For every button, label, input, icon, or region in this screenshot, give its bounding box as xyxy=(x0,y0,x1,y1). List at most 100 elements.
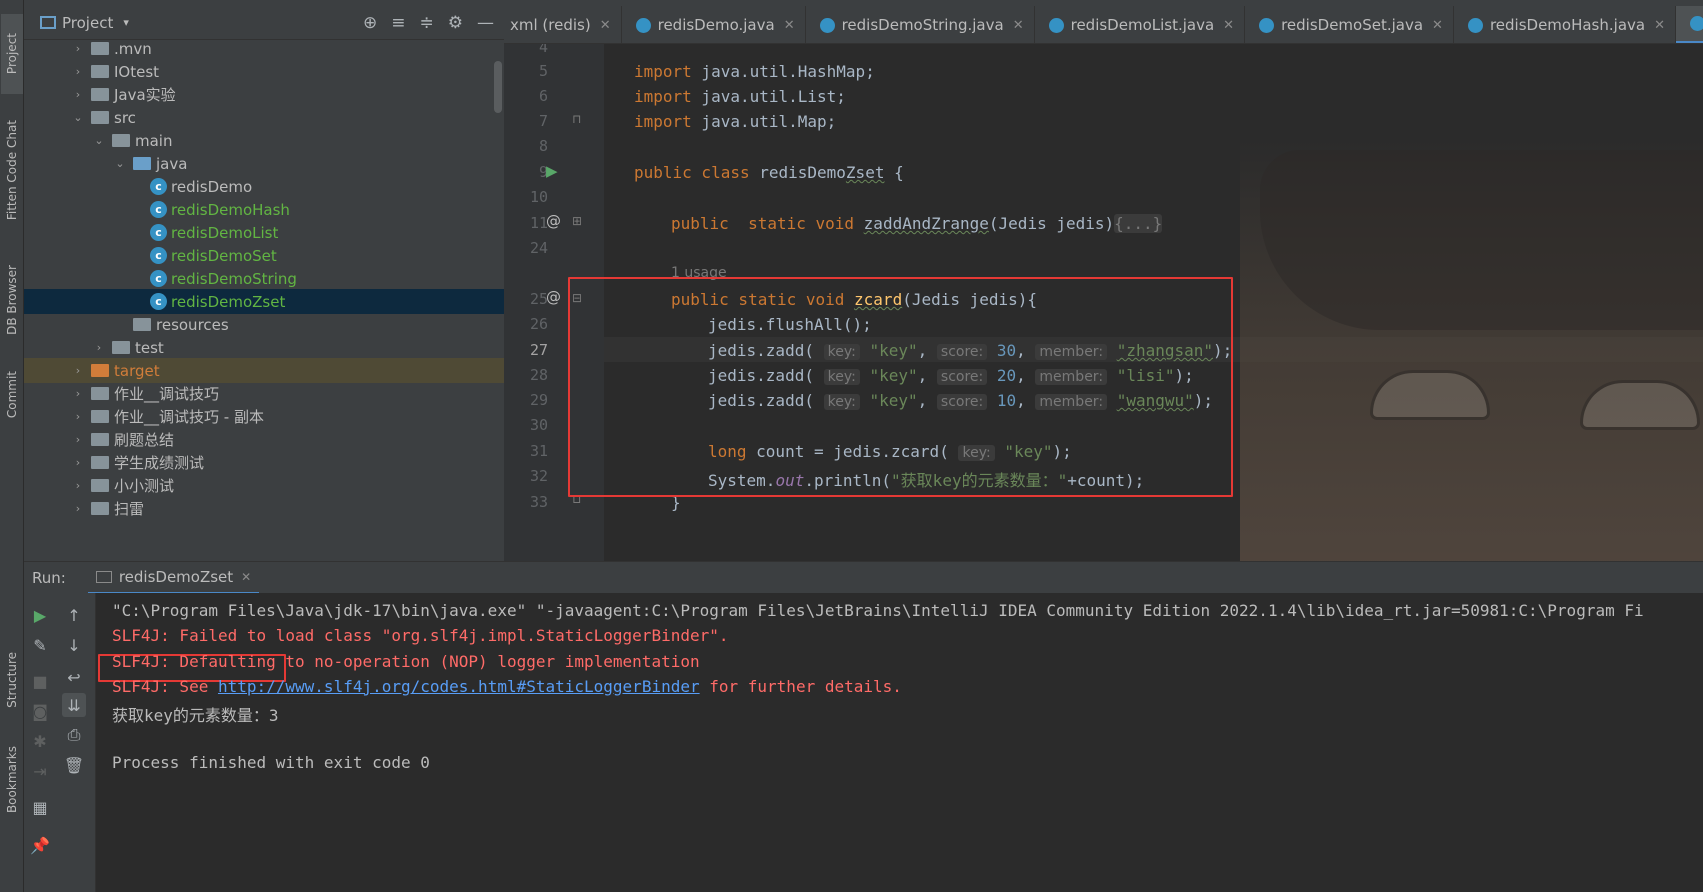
project-title[interactable]: Project xyxy=(62,14,113,32)
rerun-icon[interactable]: ▶ xyxy=(28,603,52,627)
tree-item[interactable]: › test xyxy=(24,335,504,360)
override-icon[interactable]: @ xyxy=(546,212,561,230)
gear-icon[interactable]: ⚙ xyxy=(448,13,463,33)
chevron-right-icon[interactable]: › xyxy=(71,42,85,55)
folder-icon xyxy=(91,65,109,78)
close-icon[interactable]: ✕ xyxy=(1432,18,1443,33)
close-icon[interactable]: ✕ xyxy=(784,18,795,33)
tool-tab-fitten-code-chat[interactable]: Fitten Code Chat xyxy=(1,105,23,235)
locate-icon[interactable]: ⊕ xyxy=(363,13,377,33)
close-icon[interactable]: ✕ xyxy=(1013,18,1024,33)
tree-item[interactable]: › 刷题总结 xyxy=(24,427,504,452)
java-class-icon xyxy=(1259,17,1275,33)
console-link[interactable]: http://www.slf4j.org/codes.html#StaticLo… xyxy=(218,677,700,696)
tree-item-label: redisDemoSet xyxy=(171,246,277,265)
tree-item[interactable]: › Java实验 xyxy=(24,82,504,107)
tree-item[interactable]: › 学生成绩测试 xyxy=(24,450,504,475)
wrench-icon[interactable]: ✎ xyxy=(28,633,52,657)
run-tab[interactable]: redisDemoZset ✕ xyxy=(87,561,260,594)
expand-all-icon[interactable]: ≡ xyxy=(391,13,405,33)
layout-icon[interactable]: ▦ xyxy=(28,795,52,819)
tree-item[interactable]: ⌄ src xyxy=(24,105,504,130)
hide-icon[interactable]: — xyxy=(477,13,494,33)
arrow-down-icon[interactable]: ↓ xyxy=(62,633,86,657)
chevron-right-icon[interactable]: › xyxy=(71,502,85,515)
trash-icon[interactable]: 🗑 xyxy=(62,753,86,777)
exit-icon[interactable]: ⇥ xyxy=(28,759,52,783)
line-number: 5 xyxy=(538,62,548,80)
scroll-to-end-icon[interactable]: ⇊ xyxy=(62,693,86,717)
tree-item[interactable]: c redisDemo xyxy=(24,174,504,199)
editor-tab[interactable]: redisDe xyxy=(1676,6,1703,43)
close-icon[interactable]: ✕ xyxy=(241,570,251,584)
tree-item[interactable]: › 扫雷 xyxy=(24,496,504,521)
chevron-right-icon[interactable]: › xyxy=(92,341,106,354)
tool-tab-project[interactable]: Project xyxy=(1,14,23,94)
run-toolbar: Run: redisDemoZset ✕ xyxy=(24,561,1703,594)
run-tab-label: redisDemoZset xyxy=(118,567,234,586)
tree-item[interactable]: c redisDemoList xyxy=(24,220,504,245)
tree-item[interactable]: c redisDemoString xyxy=(24,266,504,291)
tree-item[interactable]: c redisDemoHash xyxy=(24,197,504,222)
tool-tab-structure[interactable]: Structure xyxy=(1,640,23,720)
tree-item[interactable]: › 作业__调试技巧 xyxy=(24,381,504,406)
java-class-icon xyxy=(819,17,835,33)
tree-item[interactable]: resources xyxy=(24,312,504,337)
code-line-11: public static void zaddAndZrange(Jedis j… xyxy=(671,214,1163,233)
chevron-down-icon[interactable]: ▾ xyxy=(123,16,129,29)
pin-icon[interactable]: 📌 xyxy=(28,833,52,857)
print-icon[interactable]: ⎙ xyxy=(62,723,86,747)
editor-tab[interactable]: xml (redis) ✕ xyxy=(504,6,622,43)
folder-icon xyxy=(133,157,151,170)
camera-icon[interactable]: ◙ xyxy=(28,699,52,723)
tree-item[interactable]: c redisDemoSet xyxy=(24,243,504,268)
chevron-right-icon[interactable]: › xyxy=(71,479,85,492)
editor-tab[interactable]: redisDemoSet.java ✕ xyxy=(1245,6,1454,43)
chevron-right-icon[interactable]: › xyxy=(71,387,85,400)
chevron-down-icon[interactable]: ⌄ xyxy=(71,111,85,124)
tool-tab-bookmarks[interactable]: Bookmarks xyxy=(1,735,23,825)
chevron-right-icon[interactable]: › xyxy=(71,410,85,423)
stop-icon[interactable]: ■ xyxy=(28,669,52,693)
chevron-right-icon[interactable]: › xyxy=(71,65,85,78)
editor-tab[interactable]: redisDemoList.java ✕ xyxy=(1035,6,1246,43)
arrow-up-icon[interactable]: ↑ xyxy=(62,603,86,627)
tree-item[interactable]: c redisDemoZset xyxy=(24,289,504,314)
fold-icon[interactable]: ⊞ xyxy=(572,214,582,228)
close-icon[interactable]: ✕ xyxy=(600,18,611,33)
editor-tab[interactable]: redisDemoHash.java ✕ xyxy=(1454,6,1676,43)
chevron-right-icon[interactable]: › xyxy=(71,456,85,469)
console-output[interactable]: "C:\Program Files\Java\jdk-17\bin\java.e… xyxy=(96,593,1703,892)
debug-icon[interactable]: ✱ xyxy=(28,729,52,753)
soft-wrap-icon[interactable]: ↩ xyxy=(62,665,86,689)
tree-item[interactable]: › 小小测试 xyxy=(24,473,504,498)
chevron-right-icon[interactable]: › xyxy=(71,364,85,377)
fold-icon[interactable]: ⊓ xyxy=(572,112,581,126)
scrollbar[interactable] xyxy=(494,61,502,113)
editor-tab[interactable]: redisDemo.java ✕ xyxy=(622,6,806,43)
line-number: 11 xyxy=(529,214,548,232)
left-tool-strip: Project Fitten Code Chat DB Browser Comm… xyxy=(0,0,24,892)
chevron-down-icon[interactable]: ⌄ xyxy=(92,134,106,147)
tree-item[interactable]: ⌄ java xyxy=(24,151,504,176)
tool-tab-commit[interactable]: Commit xyxy=(1,360,23,430)
chevron-right-icon[interactable]: › xyxy=(71,433,85,446)
tree-item[interactable]: ⌄ main xyxy=(24,128,504,153)
close-icon[interactable]: ✕ xyxy=(1654,18,1665,33)
chevron-right-icon[interactable]: › xyxy=(71,88,85,101)
editor-tab-label: redisDemoList.java xyxy=(1070,16,1215,34)
close-icon[interactable]: ✕ xyxy=(1223,18,1234,33)
code-editor[interactable]: 4 5 6 7 8 9 10 11 24 25 26 27 28 29 30 31 32 33 ▶ @ @ ⊓ ⊞… xyxy=(504,44,1703,561)
tree-item-label: resources xyxy=(156,315,229,334)
tool-tab-db-browser[interactable]: DB Browser xyxy=(1,255,23,345)
tree-item[interactable]: › .mvn xyxy=(24,40,504,61)
tree-item[interactable]: › 作业__调试技巧 - 副本 xyxy=(24,404,504,429)
tree-item[interactable]: › target xyxy=(24,358,504,383)
code-line-7: import java.util.Map; xyxy=(634,112,837,131)
collapse-all-icon[interactable]: ≑ xyxy=(420,13,434,33)
chevron-down-icon[interactable]: ⌄ xyxy=(113,157,127,170)
tree-item[interactable]: › IOtest xyxy=(24,59,504,84)
run-icon[interactable]: ▶ xyxy=(546,162,558,180)
editor-tab[interactable]: redisDemoString.java ✕ xyxy=(806,6,1035,43)
override-icon[interactable]: @ xyxy=(546,288,561,306)
